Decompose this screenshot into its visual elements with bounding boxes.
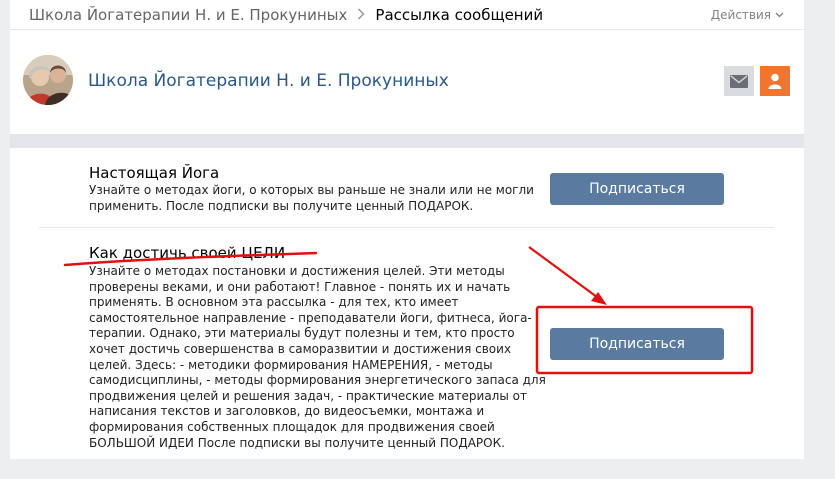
divider: [39, 227, 774, 228]
mailing-list: Настоящая Йога Узнайте о методах йоги, о…: [10, 148, 804, 459]
mailing-description: Узнайте о методах йоги, о которых вы ран…: [89, 183, 534, 213]
chevron-right-icon: [357, 6, 365, 24]
subscribe-button[interactable]: Подписаться: [550, 173, 724, 205]
footer-gap: [10, 459, 804, 479]
mailing-title: Как достичь своей ЦЕЛИ: [89, 244, 286, 262]
mail-icon: [730, 74, 748, 88]
section-separator: [10, 134, 804, 148]
breadcrumb: Школа Йогатерапии Н. и Е. Прокуниных Рас…: [10, 0, 804, 30]
breadcrumb-parent-link[interactable]: Школа Йогатерапии Н. и Е. Прокуниных: [29, 6, 347, 24]
profile-button[interactable]: [760, 66, 790, 96]
avatar[interactable]: [23, 55, 73, 105]
message-button[interactable]: [724, 66, 754, 96]
user-icon: [768, 73, 782, 89]
community-name[interactable]: Школа Йогатерапии Н. и Е. Прокуниных: [88, 71, 449, 91]
subscribe-button[interactable]: Подписаться: [550, 328, 724, 360]
breadcrumb-current: Рассылка сообщений: [375, 5, 544, 24]
actions-menu[interactable]: Действия: [711, 8, 784, 22]
actions-label: Действия: [710, 7, 771, 22]
mailing-title: Настоящая Йога: [89, 164, 220, 182]
chevron-down-icon: [775, 12, 784, 17]
community-header: Школа Йогатерапии Н. и Е. Прокуниных: [10, 42, 804, 134]
mailing-description: Узнайте о методах постановки и достижени…: [89, 264, 546, 450]
